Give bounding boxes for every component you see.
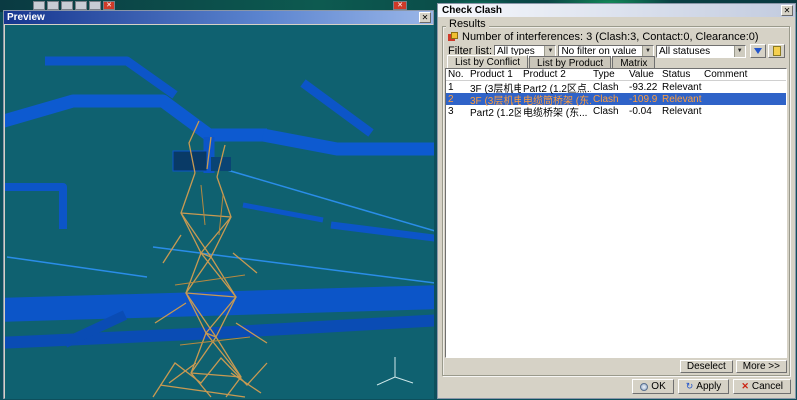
clash-table: No.Product 1Product 2TypeValueStatusComm… [445,68,787,358]
mid-buttons: Deselect More >> [680,360,787,373]
table-cell-no: 2 [446,94,468,105]
column-header: No. [446,69,468,80]
filter-options-button[interactable] [750,44,767,58]
table-cell-p1: Part2 (1.2区点... [468,104,521,119]
filter-statuses-select[interactable]: All statuses ▼ [656,45,746,58]
table-cell-value: -109.9 [627,94,660,105]
apply-button[interactable]: ↻ Apply [678,379,730,394]
ok-icon [640,383,648,391]
interferences-row: Number of interferences: 3 (Clash:3, Con… [448,31,759,43]
column-header: Value [627,69,660,80]
results-groupbox: Number of interferences: 3 (Clash:3, Con… [442,26,790,376]
table-cell-status: Relevant [660,94,702,105]
bottom-buttons: OK ↻ Apply ✕ Cancel [632,379,791,394]
table-cell-type: Clash [591,106,627,117]
results-group-label: Results [446,18,489,30]
preview-window: Preview ✕ [3,10,434,399]
dialog-close-icon[interactable]: ✕ [781,5,793,16]
table-cell-no: 3 [446,106,468,117]
app-close-button[interactable]: ✕ [393,1,407,10]
tab-matrix[interactable]: Matrix [612,56,655,68]
ok-button[interactable]: OK [632,379,673,394]
preview-close-icon[interactable]: ✕ [419,12,431,23]
dialog-body: Results Number of interferences: 3 (Clas… [439,17,794,397]
table-cell-p2: 电缆桥架 (东... [521,104,591,119]
chevron-down-icon[interactable]: ▼ [734,46,745,57]
application-window: ✕ ✕ Preview ✕ [0,0,797,400]
clash-table-body: 13F (3层机电)Part2 (1.2区点...Clash-93.22Rele… [446,81,786,117]
dialog-titlebar[interactable]: Check Clash ✕ [438,4,795,17]
dialog-title: Check Clash [442,5,502,16]
column-header: Product 1 [468,69,521,80]
titlebar-button-4[interactable] [75,1,87,10]
table-cell-type: Clash [591,82,627,93]
viewport-scene [5,25,434,399]
tab-list-by-conflict[interactable]: List by Conflict [447,55,528,68]
cancel-button[interactable]: ✕ Cancel [733,379,791,394]
result-tabs: List by Conflict List by Product Matrix [447,55,656,68]
interferences-text: Number of interferences: 3 (Clash:3, Con… [462,31,759,43]
table-cell-status: Relevant [660,82,702,93]
table-row[interactable]: 3Part2 (1.2区点...电缆桥架 (东...Clash-0.04Rele… [446,105,786,117]
funnel-icon [754,48,762,54]
table-cell-type: Clash [591,94,627,105]
interferences-icon [448,32,458,42]
column-header: Product 2 [521,69,591,80]
column-header: Type [591,69,627,80]
table-cell-no: 1 [446,82,468,93]
titlebar-button-2[interactable] [47,1,59,10]
column-header: Comment [702,69,786,80]
table-cell-value: -0.04 [627,106,660,117]
document-icon [773,46,781,56]
tab-list-by-product[interactable]: List by Product [529,56,611,68]
titlebar-button-1[interactable] [33,1,45,10]
more-button[interactable]: More >> [736,360,787,373]
table-cell-value: -93.22 [627,82,660,93]
column-header: Status [660,69,702,80]
titlebar-button-5[interactable] [89,1,101,10]
titlebar-close-button-left[interactable]: ✕ [103,1,115,10]
3d-viewport[interactable] [5,25,434,399]
titlebar-button-3[interactable] [61,1,73,10]
table-cell-status: Relevant [660,106,702,117]
export-list-button[interactable] [768,44,785,58]
cancel-icon: ✕ [741,382,749,391]
preview-title: Preview [7,12,45,23]
preview-titlebar[interactable]: Preview ✕ [4,11,433,24]
apply-icon: ↻ [686,382,694,391]
deselect-button[interactable]: Deselect [680,360,733,373]
check-clash-dialog: Check Clash ✕ Results Number of interfer… [437,3,796,399]
